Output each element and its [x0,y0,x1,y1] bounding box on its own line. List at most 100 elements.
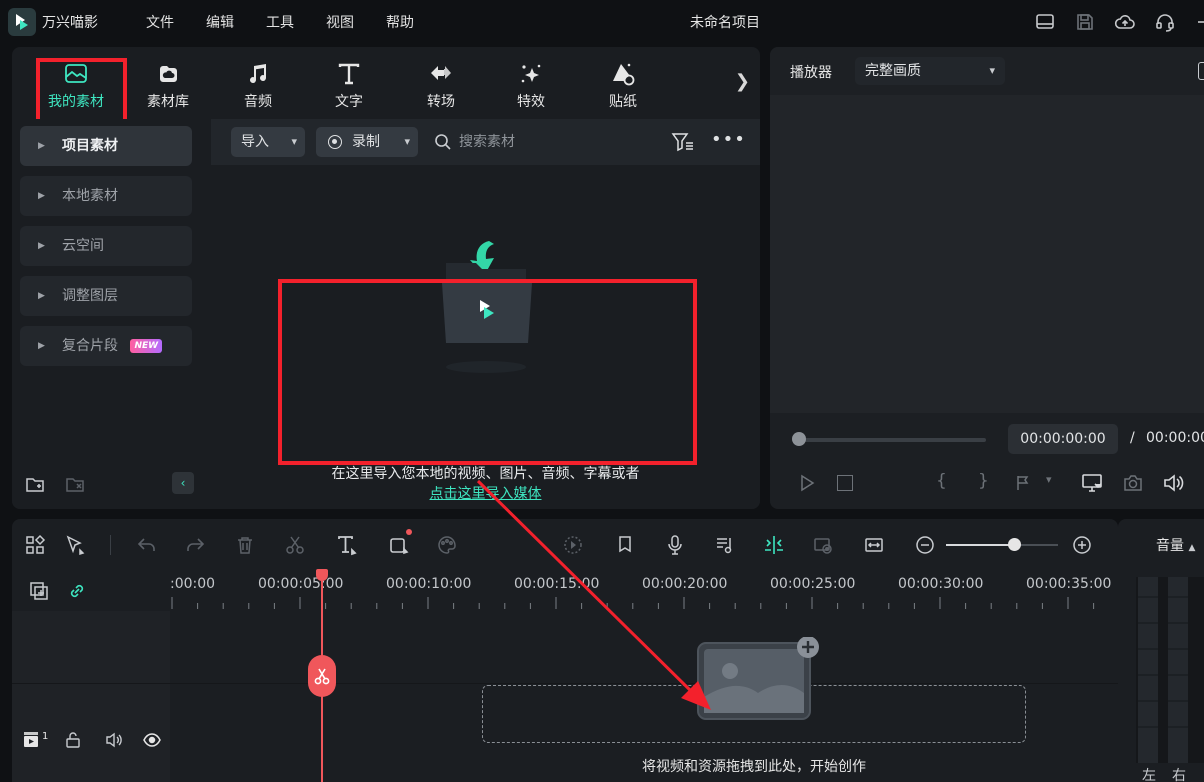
crop-frame-icon[interactable] [388,529,412,556]
display-settings-icon[interactable] [1080,471,1104,495]
lock-track-icon[interactable] [64,731,82,749]
notification-dot [406,529,412,535]
project-title: 未命名项目 [690,15,760,31]
menu-help[interactable]: 帮助 [386,12,414,32]
record-dropdown[interactable]: 录制 ▾ [316,127,418,157]
play-icon[interactable] [798,474,816,492]
mark-out-icon[interactable]: } [978,471,989,491]
player-header: 播放器 完整画质 ▾ [770,47,1204,95]
preview-render-icon[interactable] [812,534,834,556]
ruler-tick-label: 00:00:05:00 [258,576,344,592]
record-label: 录制 [352,134,380,150]
audio-meter-title[interactable]: 音量 ▲ [1156,535,1195,555]
collapse-sidebar-icon[interactable]: ‹ [172,472,194,494]
zoom-slider-track[interactable] [946,544,1058,546]
player-screen[interactable] [770,95,1204,413]
sidebar-item-compound-clip[interactable]: ▶ 复合片段 NEW [20,326,192,366]
playhead-split-button[interactable] [308,655,336,697]
stop-icon[interactable] [837,475,853,491]
sidebar-item-adjustment-layer[interactable]: ▶ 调整图层 [20,276,192,316]
track-area[interactable]: 将视频和资源拖拽到此处，开始创作 [170,611,1118,782]
media-panel: 我的素材 素材库 音频 文字 转场 特效 贴纸 ❯ ▶ 项目素材 ▶ 本地素材 … [12,47,760,509]
chevron-down-icon[interactable]: ▾ [1046,473,1052,486]
add-image-media-icon[interactable] [696,637,826,737]
playhead-handle[interactable] [316,569,328,581]
select-pointer-icon[interactable] [64,534,86,556]
tab-audio[interactable]: 音频 [218,57,298,115]
import-dropdown[interactable]: 导入 ▾ [231,127,305,157]
new-folder-icon[interactable] [24,473,46,495]
snapshot-frame-icon[interactable] [1198,62,1204,80]
tab-stickers[interactable]: 贴纸 [583,57,663,115]
player-controls: 00:00:00:00 / 00:00:00 { } ▾ [770,413,1204,509]
empty-state-message: 在这里导入您本地的视频、图片、音频、字幕或者 [331,466,640,482]
tab-effects[interactable]: 特效 [491,57,571,115]
current-timecode[interactable]: 00:00:00:00 [1008,424,1118,454]
menu-tools[interactable]: 工具 [266,12,294,32]
text-t-icon [336,61,362,87]
layout-icon[interactable] [1034,11,1056,33]
tab-label: 素材库 [147,94,189,110]
window-control-icon[interactable] [1194,11,1204,33]
zoom-slider-handle[interactable] [1008,538,1021,551]
filter-icon[interactable] [671,131,695,153]
tab-text[interactable]: 文字 [309,57,389,115]
quality-label: 完整画质 [865,63,921,79]
cloud-library-icon [155,61,181,87]
time-separator: / [1130,430,1135,446]
mark-in-icon[interactable]: { [936,471,947,491]
sidebar-item-local-media[interactable]: ▶ 本地素材 [20,176,192,216]
more-options-icon[interactable]: ••• [711,131,745,153]
tab-transition[interactable]: 转场 [401,57,481,115]
fit-width-icon[interactable] [863,534,885,556]
progress-handle[interactable] [792,432,806,446]
ruler-tick-label: 00:00:20:00 [642,576,728,592]
menu-edit[interactable]: 编辑 [206,12,234,32]
redo-icon[interactable] [184,534,206,556]
track-header: 1 [12,611,170,782]
zoom-out-icon[interactable] [914,534,936,556]
sidebar-item-label: 本地素材 [62,188,118,204]
camera-snapshot-icon[interactable] [1122,472,1144,494]
tabs-next-icon[interactable]: ❯ [735,71,750,92]
link-icon[interactable] [66,580,88,602]
import-media-link[interactable]: 点击这里导入媒体 [211,483,760,503]
menu-view[interactable]: 视图 [326,12,354,32]
app-logo-icon [8,8,36,36]
tab-label: 文字 [335,94,363,110]
marker-icon[interactable] [614,534,636,556]
search-icon [433,132,453,152]
delete-folder-icon[interactable] [64,473,86,495]
track-audio-icon[interactable] [104,730,124,750]
zoom-in-icon[interactable] [1071,534,1093,556]
ruler-tick-label: :00:00 [170,576,216,592]
layout-grid-icon[interactable] [24,534,46,556]
support-headset-icon[interactable] [1154,11,1176,33]
speed-ramp-icon[interactable] [562,534,584,556]
menu-file[interactable]: 文件 [146,12,174,32]
color-palette-icon[interactable] [436,534,458,556]
cloud-upload-icon[interactable] [1114,11,1136,33]
undo-icon[interactable] [136,534,158,556]
music-list-icon[interactable] [714,534,736,556]
volume-icon[interactable] [1162,472,1184,494]
sidebar-item-project-media[interactable]: ▶ 项目素材 [20,126,192,166]
split-scissors-icon[interactable] [284,534,306,556]
insert-marker-icon[interactable] [1014,473,1034,493]
sidebar-item-cloud[interactable]: ▶ 云空间 [20,226,192,266]
sidebar-item-label: 项目素材 [62,138,118,154]
progress-track[interactable] [794,438,986,442]
track-visibility-eye-icon[interactable] [142,730,162,750]
search-input[interactable] [459,128,629,156]
tab-library[interactable]: 素材库 [128,57,208,115]
timeline-ruler[interactable]: :00:00 00:00:05:00 00:00:10:00 00:00:15:… [12,571,1118,611]
quality-dropdown[interactable]: 完整画质 ▾ [855,57,1005,85]
ruler-tick-label: 00:00:35:00 [1026,576,1112,592]
auto-snap-icon[interactable] [763,534,785,556]
media-toolbar: 导入 ▾ 录制 ▾ ••• [211,119,760,165]
add-text-icon[interactable] [336,534,358,556]
save-icon[interactable] [1074,11,1096,33]
add-track-icon[interactable] [28,580,50,602]
microphone-icon[interactable] [664,534,686,556]
delete-trash-icon[interactable] [234,534,256,556]
